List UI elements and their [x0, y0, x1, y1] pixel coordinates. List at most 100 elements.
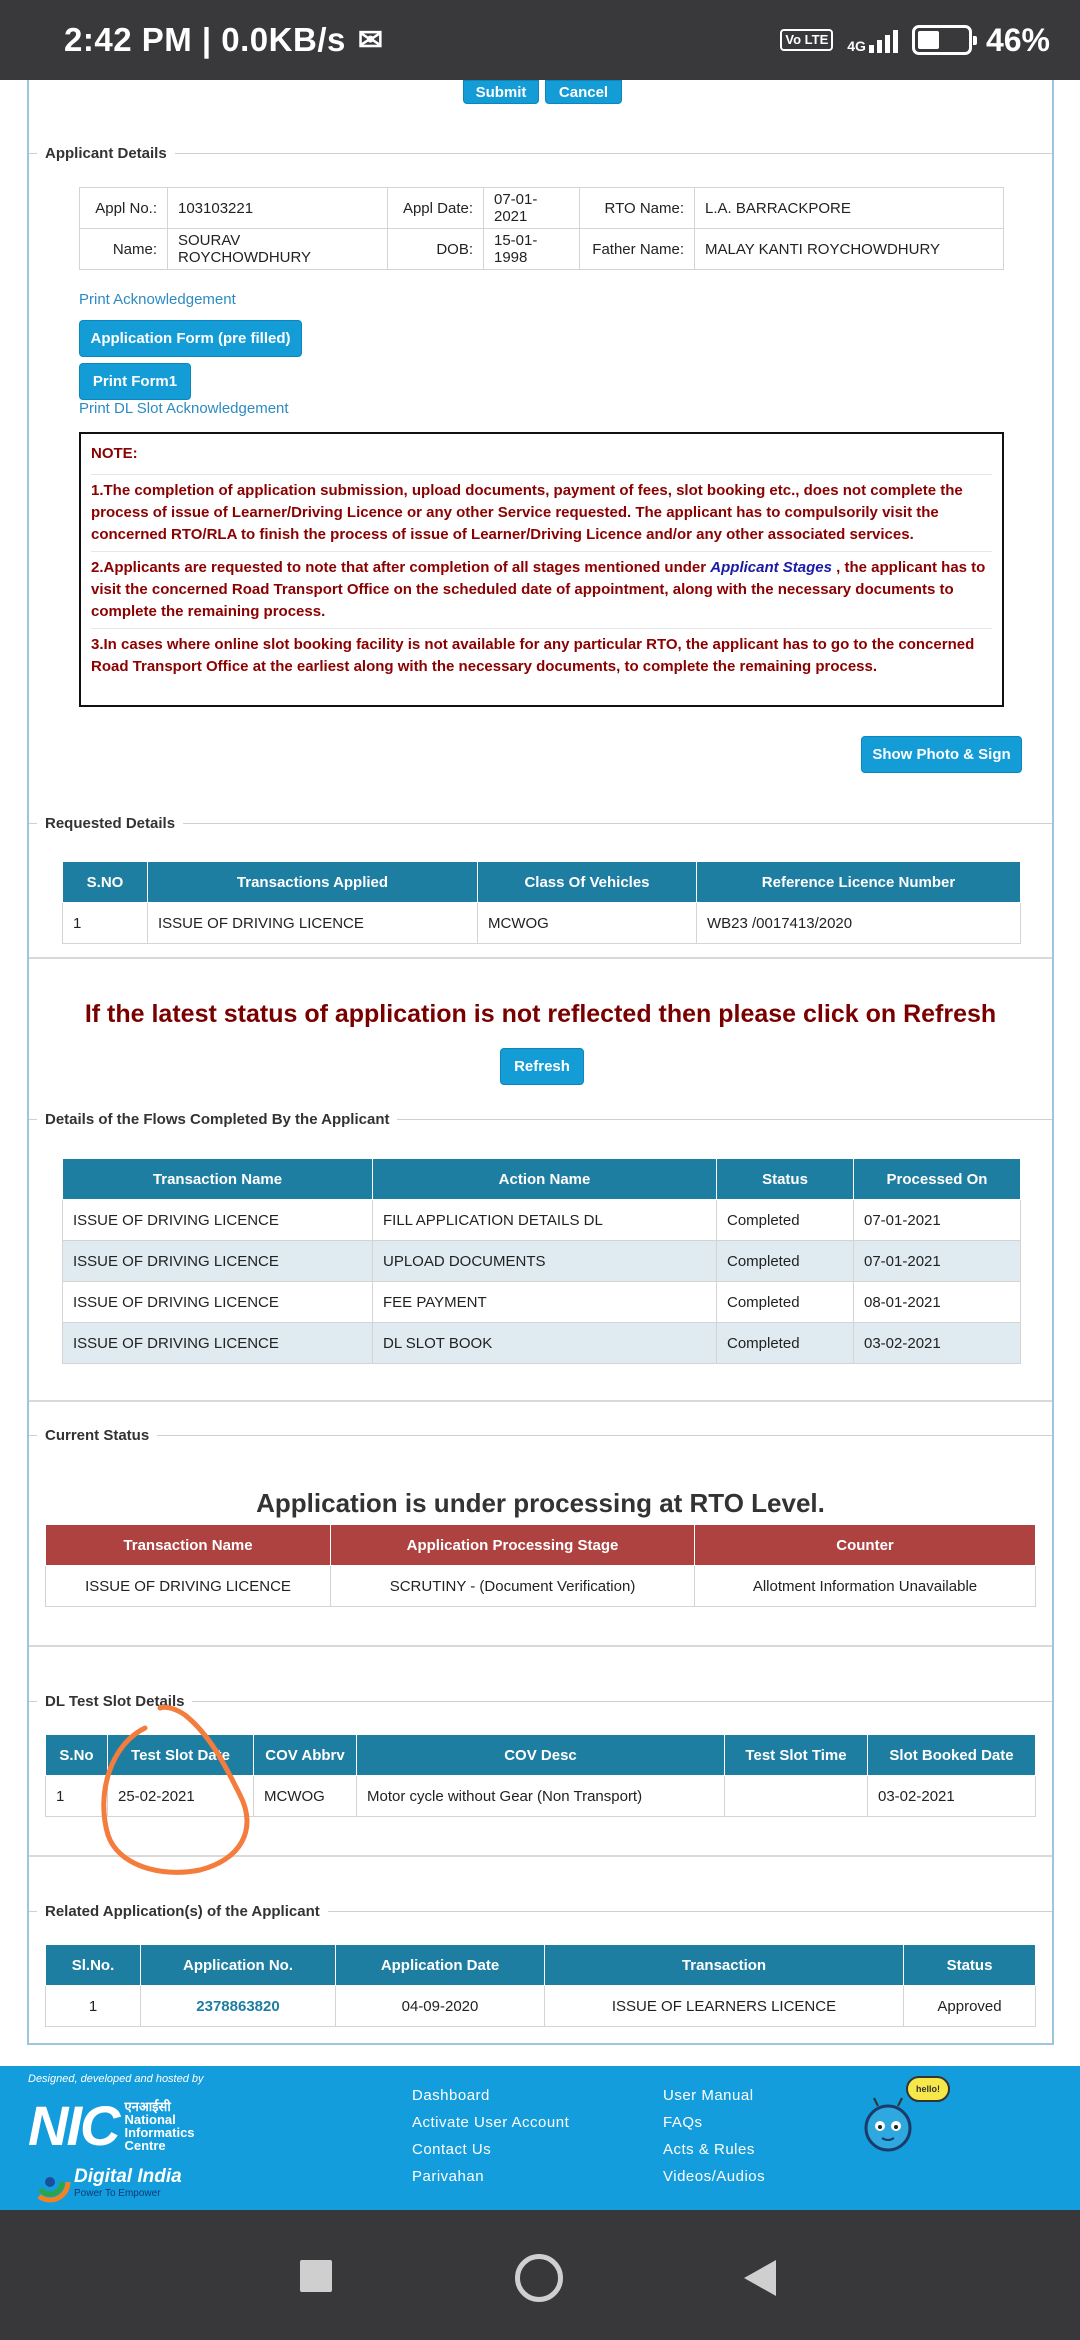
cell: Completed: [716, 1199, 854, 1241]
application-number-link[interactable]: 2378863820: [140, 1985, 336, 2027]
videos-audios-link[interactable]: Videos/Audios: [663, 2163, 765, 2190]
dob-label: DOB:: [387, 228, 484, 270]
print-acknowledgement-link[interactable]: Print Acknowledgement: [79, 291, 236, 308]
col-header: S.NO: [62, 861, 148, 903]
table-row: 1 2378863820 04-09-2020 ISSUE OF LEARNER…: [45, 1985, 1036, 2027]
note-point-1: 1.The completion of application submissi…: [91, 475, 992, 552]
refresh-button[interactable]: Refresh: [500, 1048, 584, 1085]
cell: ISSUE OF DRIVING LICENCE: [62, 1199, 373, 1241]
name-label: Name:: [79, 228, 168, 270]
divider: [29, 957, 1052, 959]
cell: MCWOG: [477, 902, 697, 944]
col-header: Application No.: [140, 1944, 336, 1986]
note-title: NOTE:: [91, 434, 992, 475]
cell: 07-01-2021: [853, 1199, 1021, 1241]
cell: 03-02-2021: [867, 1775, 1036, 1817]
cell: ISSUE OF DRIVING LICENCE: [62, 1240, 373, 1282]
nic-logo: NIC एनआईसी National Informatics Centre: [28, 2098, 195, 2154]
applicant-stages-link[interactable]: Applicant Stages: [710, 559, 832, 576]
col-header: Transactions Applied: [147, 861, 478, 903]
volte-icon: Vo LTE: [780, 29, 834, 51]
status-icons: Vo LTE 4G 46%: [780, 22, 1050, 59]
cancel-button[interactable]: Cancel: [545, 80, 622, 104]
submit-button[interactable]: Submit: [463, 80, 539, 104]
table-row: ISSUE OF DRIVING LICENCE FILL APPLICATION…: [62, 1199, 1021, 1241]
chatbot-mascot[interactable]: hello!: [860, 2076, 950, 2156]
col-header: Action Name: [372, 1158, 717, 1200]
dashboard-link[interactable]: Dashboard: [412, 2082, 569, 2109]
cell: 1: [45, 1985, 141, 2027]
cell: UPLOAD DOCUMENTS: [372, 1240, 717, 1282]
cell: MCWOG: [253, 1775, 357, 1817]
acts-rules-link[interactable]: Acts & Rules: [663, 2136, 765, 2163]
col-header: Status: [903, 1944, 1036, 1986]
requested-details-legend: Requested Details: [37, 813, 184, 833]
note-point-2-text: 2.Applicants are requested to note that …: [91, 559, 711, 576]
show-photo-sign-button[interactable]: Show Photo & Sign: [861, 736, 1022, 773]
cell: ISSUE OF DRIVING LICENCE: [62, 1322, 373, 1364]
application-form-button[interactable]: Application Form (pre filled): [79, 320, 302, 357]
father-name-value: MALAY KANTI ROYCHOWDHURY: [694, 228, 1004, 270]
print-dl-slot-link[interactable]: Print DL Slot Acknowledgement: [79, 400, 289, 417]
col-header: Test Slot Time: [724, 1734, 868, 1776]
col-header: Sl.No.: [45, 1944, 141, 1986]
col-header: Class Of Vehicles: [477, 861, 697, 903]
applicant-details-table: Appl No.: 103103221 Appl Date: 07-01-202…: [79, 187, 1004, 270]
user-manual-link[interactable]: User Manual: [663, 2082, 765, 2109]
note-point-2: 2.Applicants are requested to note that …: [91, 552, 992, 629]
digital-india-logo: Digital India Power To Empower: [28, 2160, 182, 2204]
requested-details-table: S.NO Transactions Applied Class Of Vehic…: [62, 861, 1021, 944]
cell: 03-02-2021: [853, 1322, 1021, 1364]
dob-value: 15-01-1998: [483, 228, 580, 270]
recents-button[interactable]: [300, 2260, 332, 2292]
cell: ISSUE OF DRIVING LICENCE: [45, 1565, 331, 1607]
network-type: 4G: [847, 38, 866, 54]
applicant-details-legend: Applicant Details: [37, 143, 175, 163]
nic-logo-text: एनआईसी National Informatics Centre: [124, 2100, 194, 2152]
cell: SCRUTINY - (Document Verification): [330, 1565, 695, 1607]
contact-us-link[interactable]: Contact Us: [412, 2136, 569, 2163]
cell: [724, 1775, 868, 1817]
battery-icon: [911, 25, 977, 55]
appl-date-value: 07-01-2021: [483, 187, 580, 229]
rto-name-value: L.A. BARRACKPORE: [694, 187, 1004, 229]
footer-links-col1: Dashboard Activate User Account Contact …: [412, 2082, 569, 2190]
flows-legend: Details of the Flows Completed By the Ap…: [37, 1109, 398, 1129]
back-button[interactable]: [742, 2258, 778, 2298]
cell: ISSUE OF DRIVING LICENCE: [147, 902, 478, 944]
current-status-legend: Current Status: [37, 1425, 158, 1445]
home-button[interactable]: [515, 2254, 563, 2302]
col-header: Application Date: [335, 1944, 545, 1986]
parivahan-link[interactable]: Parivahan: [412, 2163, 569, 2190]
col-header: COV Desc: [356, 1734, 725, 1776]
signal-icon: 4G: [847, 27, 898, 53]
col-header: Counter: [694, 1524, 1036, 1566]
cell: 07-01-2021: [853, 1240, 1021, 1282]
status-bar: 2:42 PM | 0.0KB/s ✉ Vo LTE 4G 46%: [0, 0, 1080, 80]
cell: Approved: [903, 1985, 1036, 2027]
table-row: 1 ISSUE OF DRIVING LICENCE MCWOG WB23 /0…: [62, 902, 1021, 944]
cell: Completed: [716, 1281, 854, 1323]
table-row: ISSUE OF DRIVING LICENCE DL SLOT BOOK Comp…: [62, 1322, 1021, 1364]
cell: ISSUE OF LEARNERS LICENCE: [544, 1985, 904, 2027]
cell: ISSUE OF DRIVING LICENCE: [62, 1281, 373, 1323]
note-point-3: 3.In cases where online slot booking fac…: [91, 636, 975, 675]
footer-links-col2: User Manual FAQs Acts & Rules Videos/Aud…: [663, 2082, 765, 2190]
digital-india-tagline: Power To Empower: [74, 2187, 161, 2199]
table-row: ISSUE OF DRIVING LICENCE FEE PAYMENT Compl…: [62, 1281, 1021, 1323]
col-header: COV Abbrv: [253, 1734, 357, 1776]
orange-circle-annotation: [101, 1704, 250, 1875]
status-time: 2:42 PM | 0.0KB/s ✉: [64, 21, 384, 59]
faqs-link[interactable]: FAQs: [663, 2109, 765, 2136]
cell: DL SLOT BOOK: [372, 1322, 717, 1364]
col-header: Application Processing Stage: [330, 1524, 695, 1566]
col-header: Slot Booked Date: [867, 1734, 1036, 1776]
cell: Completed: [716, 1240, 854, 1282]
table-row: ISSUE OF DRIVING LICENCE UPLOAD DOCUMENTS…: [62, 1240, 1021, 1282]
appl-date-label: Appl Date:: [387, 187, 484, 229]
activate-account-link[interactable]: Activate User Account: [412, 2109, 569, 2136]
col-header: Status: [716, 1158, 854, 1200]
digital-india-title: Digital India: [74, 2165, 182, 2187]
print-form1-button[interactable]: Print Form1: [79, 363, 191, 400]
battery-percent: 46%: [985, 21, 1050, 58]
